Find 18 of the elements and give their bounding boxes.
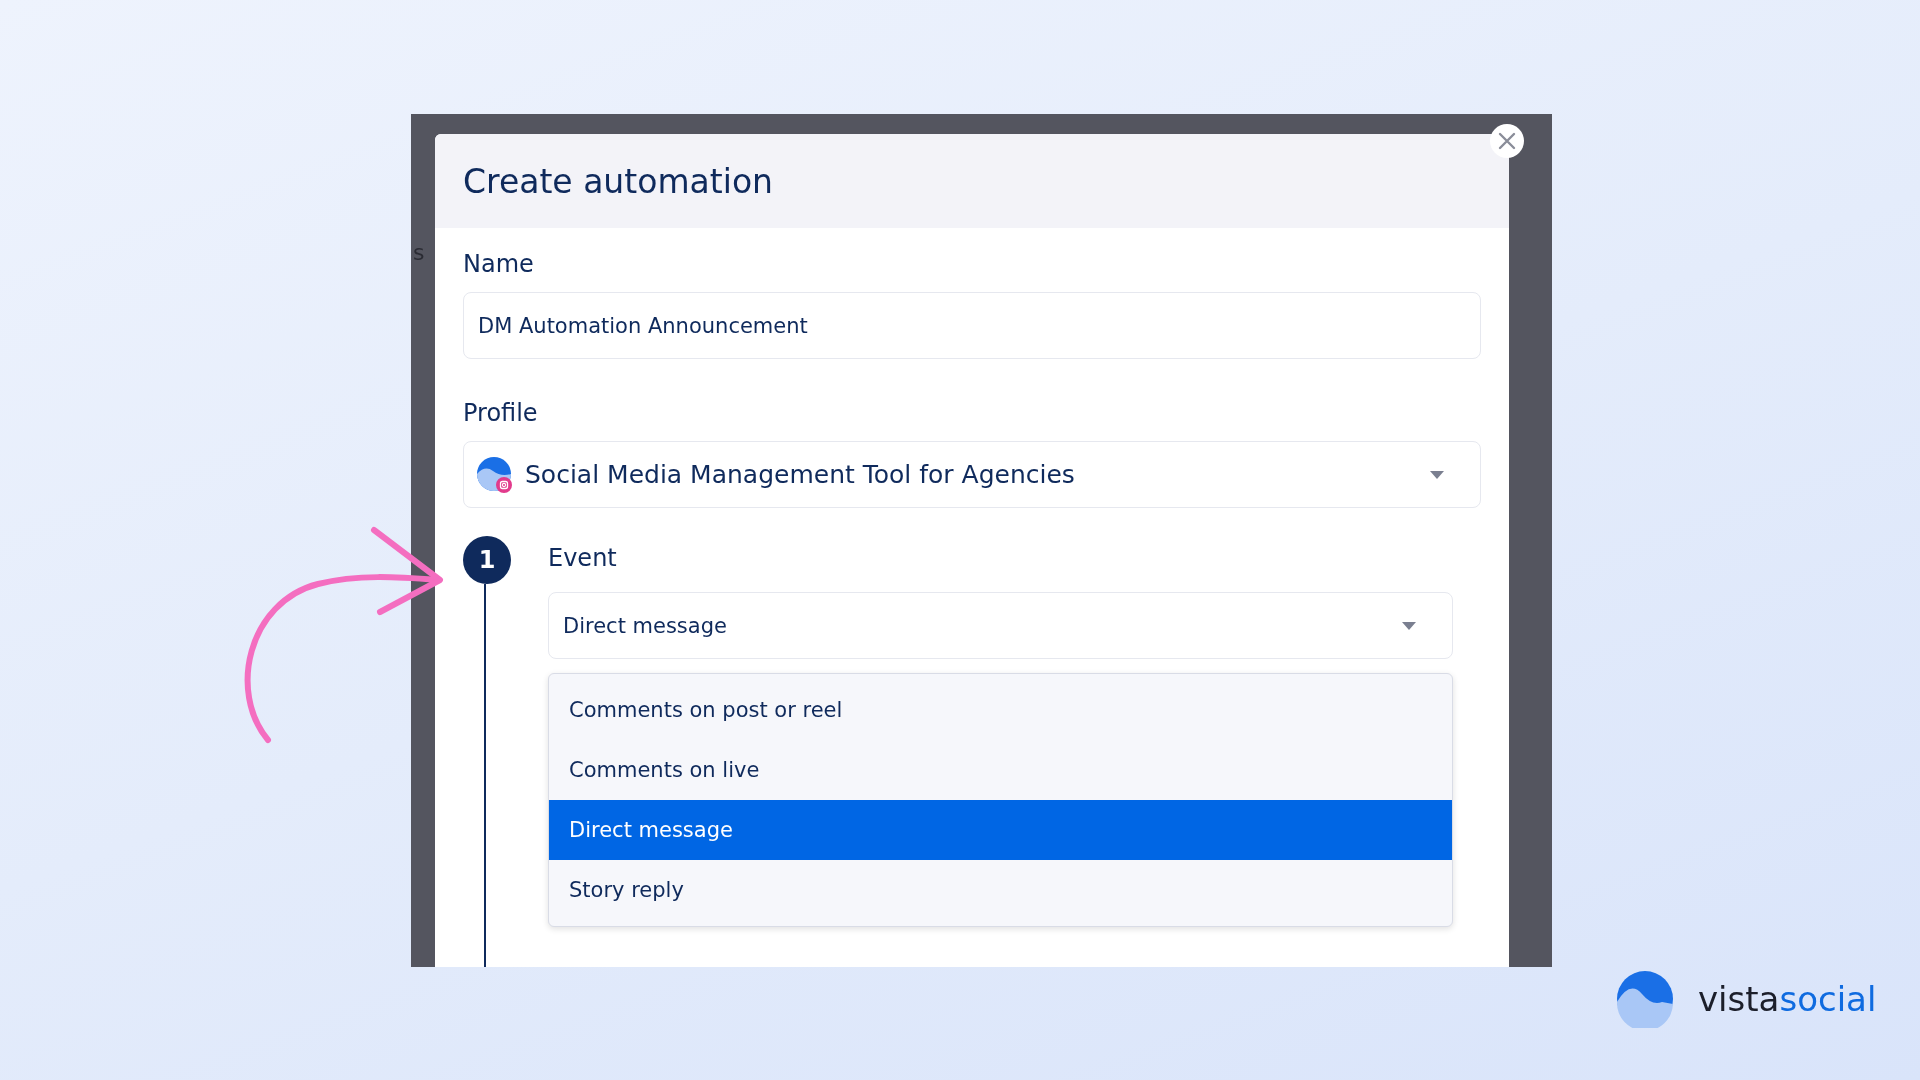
dropdown-option[interactable]: Direct message (549, 800, 1452, 860)
dialog-title: Create automation (463, 161, 773, 201)
field-label: Event (548, 544, 617, 572)
step-number: 1 (463, 536, 511, 584)
event-dropdown[interactable]: Direct message (548, 592, 1453, 659)
dropdown-option[interactable]: Comments on live (549, 740, 1452, 800)
close-icon (1498, 132, 1516, 150)
field-label: Profile (463, 399, 538, 427)
dropdown-option[interactable]: Comments on post or reel (549, 680, 1452, 740)
dropdown-option[interactable]: Story reply (549, 860, 1452, 920)
profile-avatar-icon (477, 456, 513, 493)
field-label: Name (463, 250, 534, 278)
caret-icon (1402, 621, 1416, 630)
profile-dropdown[interactable]: Social Media Management Tool for Agencies (463, 441, 1481, 508)
name-input-field[interactable]: DM Automation Announcement (463, 292, 1481, 359)
caret-icon (1430, 470, 1444, 479)
brand-name: vistasocial (1698, 979, 1877, 1019)
logo-icon (1616, 970, 1674, 1028)
